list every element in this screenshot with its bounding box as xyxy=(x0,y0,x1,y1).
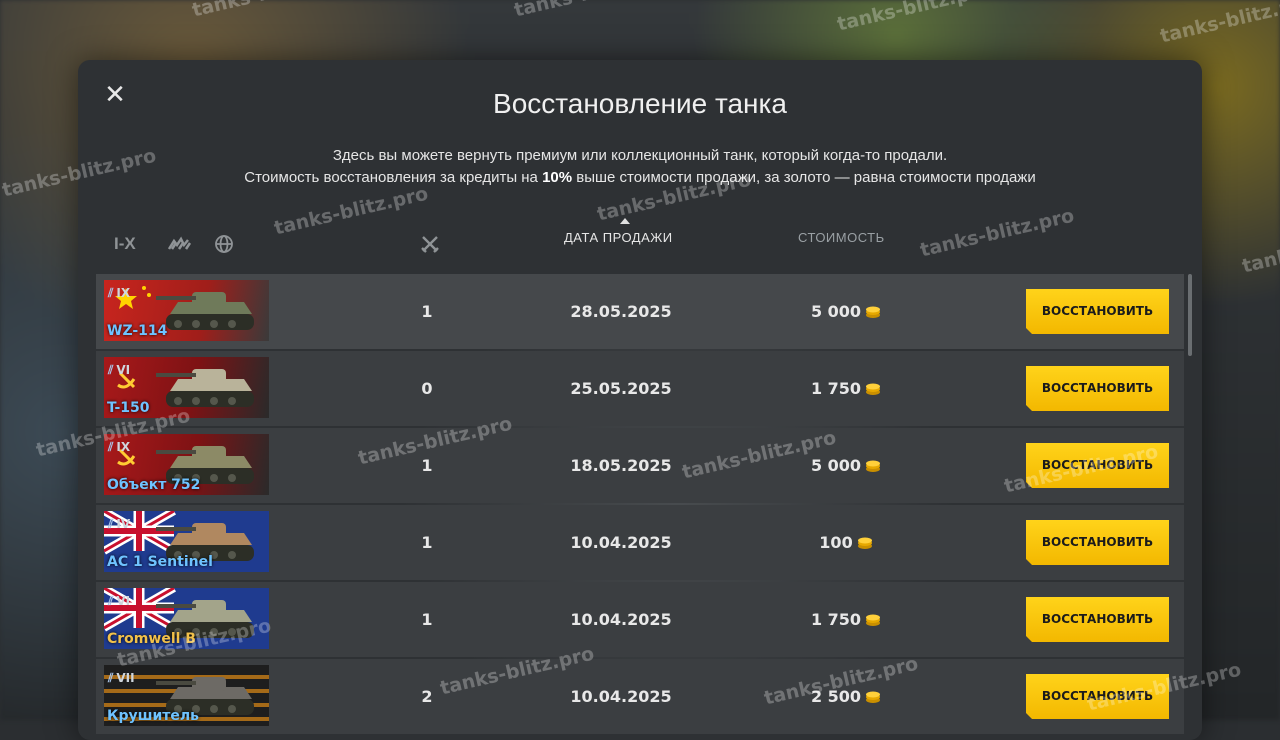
tank-thumbnail: ⫽ IX WZ-114 xyxy=(104,280,269,341)
restore-button[interactable]: ВОССТАНОВИТЬ xyxy=(1026,366,1169,411)
percent-highlight: 10% xyxy=(542,169,573,186)
restore-price: 5 000 xyxy=(786,274,906,349)
premium-chevron-icon: ⫽ xyxy=(108,671,114,685)
gold-coin-icon xyxy=(866,460,881,472)
premium-chevron-icon: ⫽ xyxy=(108,517,114,531)
premium-chevron-icon: ⫽ xyxy=(108,440,114,454)
tank-thumbnail: ⫽ VII Крушитель xyxy=(104,665,269,726)
cost-column-header[interactable]: СТОИМОСТЬ xyxy=(798,230,885,245)
tank-name: Крушитель xyxy=(107,708,199,724)
gold-coin-icon xyxy=(866,691,881,703)
restore-price: 1 750 xyxy=(786,351,906,426)
premium-chevron-icon: ⫽ xyxy=(108,594,114,608)
battles-count: 1 xyxy=(421,302,433,321)
restore-button[interactable]: ВОССТАНОВИТЬ xyxy=(1026,520,1169,565)
tier-filter[interactable]: I-X xyxy=(114,234,136,254)
scrollbar[interactable] xyxy=(1188,274,1192,356)
tank-tier: ⫽ IV xyxy=(108,517,131,531)
restore-button[interactable]: ВОССТАНОВИТЬ xyxy=(1026,443,1169,488)
sale-date: 10.04.2025 xyxy=(570,533,672,552)
sale-date: 28.05.2025 xyxy=(570,302,672,321)
battles-count: 2 xyxy=(421,687,433,706)
crossed-swords-icon[interactable] xyxy=(420,234,440,254)
gold-coin-icon xyxy=(866,383,881,395)
tank-name: Cromwell B xyxy=(107,631,196,647)
gold-coin-icon xyxy=(866,306,881,318)
tank-tier: ⫽ VI xyxy=(108,363,131,377)
tank-row: ⫽ VI T-150 0 25.05.2025 1 750 ВОССТАНОВИТЬ xyxy=(96,351,1184,426)
tank-name: AC 1 Sentinel xyxy=(107,554,213,570)
sale-date-column-header[interactable]: ДАТА ПРОДАЖИ xyxy=(564,218,673,245)
battles-count: 1 xyxy=(421,456,433,475)
restore-tank-dialog: ✕ Восстановление танка Здесь вы можете в… xyxy=(78,60,1202,740)
tank-row: ⫽ IX Объект 752 1 18.05.2025 5 000 ВОССТАНОВИТ… xyxy=(96,428,1184,503)
tank-row: ⫽ IX WZ-114 1 28.05.2025 5 000 ВОССТАНОВИТЬ xyxy=(96,274,1184,349)
sale-date: 18.05.2025 xyxy=(570,456,672,475)
premium-chevron-icon: ⫽ xyxy=(108,363,114,377)
tank-tier: ⫽ IX xyxy=(108,286,131,300)
tank-row: ⫽ VII Крушитель 2 10.04.2025 2 500 ВОССТАНОВИТ… xyxy=(96,659,1184,734)
restore-button[interactable]: ВОССТАНОВИТЬ xyxy=(1026,597,1169,642)
tank-thumbnail: ⫽ VI T-150 xyxy=(104,357,269,418)
tank-row: ⫽ VI Cromwell B 1 10.04.2025 1 750 ВОССТАНОВИТ… xyxy=(96,582,1184,657)
sale-date: 25.05.2025 xyxy=(570,379,672,398)
tank-name: T-150 xyxy=(107,400,150,416)
premium-chevron-icon: ⫽ xyxy=(108,286,114,300)
restore-price: 100 xyxy=(786,505,906,580)
tank-tier: ⫽ VII xyxy=(108,671,135,685)
tank-name: WZ-114 xyxy=(107,323,168,339)
description-line-2: Стоимость восстановления за кредиты на 1… xyxy=(244,169,1036,186)
dialog-description: Здесь вы можете вернуть премиум или колл… xyxy=(78,145,1202,189)
gold-coin-icon xyxy=(866,614,881,626)
globe-icon[interactable] xyxy=(214,234,234,254)
restore-button[interactable]: ВОССТАНОВИТЬ xyxy=(1026,674,1169,719)
tank-tier: ⫽ IX xyxy=(108,440,131,454)
tank-row: ⫽ IV AC 1 Sentinel 1 10.04.2025 100 ВОССТАНОВИ… xyxy=(96,505,1184,580)
battles-count: 1 xyxy=(421,533,433,552)
restore-button[interactable]: ВОССТАНОВИТЬ xyxy=(1026,289,1169,334)
tank-name: Объект 752 xyxy=(107,477,201,493)
sale-date: 10.04.2025 xyxy=(570,687,672,706)
dialog-title: Восстановление танка xyxy=(493,88,787,119)
restore-price: 2 500 xyxy=(786,659,906,734)
battles-count: 0 xyxy=(421,379,433,398)
description-line-1: Здесь вы можете вернуть премиум или колл… xyxy=(332,147,948,164)
sort-ascending-icon xyxy=(620,218,630,224)
gold-coin-icon xyxy=(857,537,872,549)
tank-tier: ⫽ VI xyxy=(108,594,131,608)
tank-thumbnail: ⫽ VI Cromwell B xyxy=(104,588,269,649)
restore-price: 1 750 xyxy=(786,582,906,657)
battles-count: 1 xyxy=(421,610,433,629)
restore-price: 5 000 xyxy=(786,428,906,503)
tank-type-icon[interactable] xyxy=(166,234,192,254)
sold-tanks-list: ⫽ IX WZ-114 1 28.05.2025 5 000 ВОССТАНОВИТЬ ⫽ VI… xyxy=(96,274,1184,736)
filter-bar: I-X xyxy=(114,234,256,254)
sale-date: 10.04.2025 xyxy=(570,610,672,629)
tank-thumbnail: ⫽ IV AC 1 Sentinel xyxy=(104,511,269,572)
tank-thumbnail: ⫽ IX Объект 752 xyxy=(104,434,269,495)
